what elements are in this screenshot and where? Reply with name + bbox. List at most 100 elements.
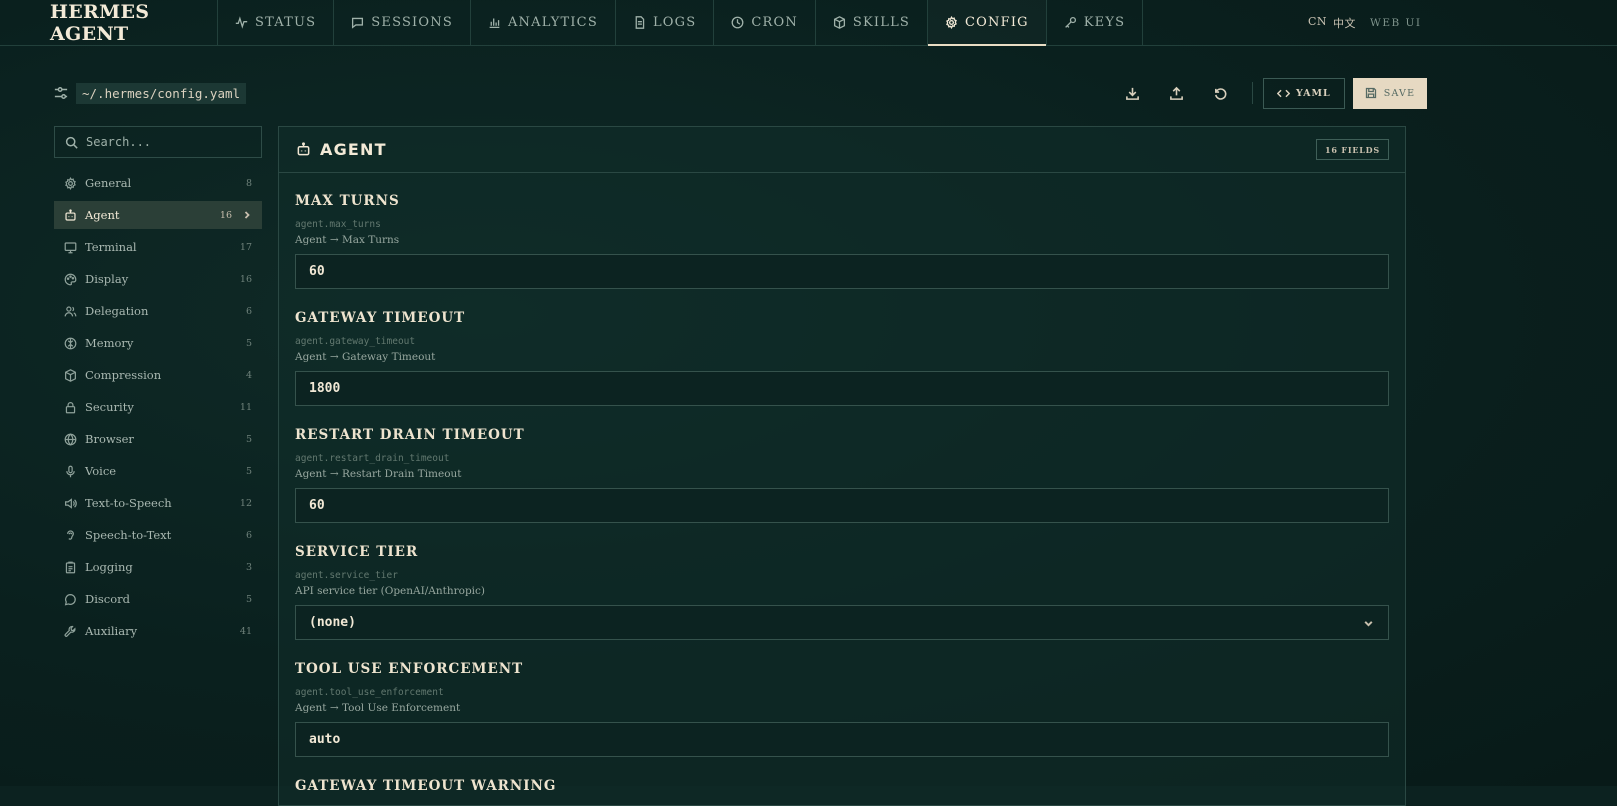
save-button[interactable]: SAVE: [1352, 77, 1428, 109]
tool-use-enforcement-input[interactable]: auto: [295, 722, 1389, 757]
field-label: MAX TURNS: [295, 193, 400, 209]
microphone-icon: [66, 465, 75, 477]
reset-icon: [1214, 87, 1226, 100]
sidebar-item-logging[interactable]: Logging 3: [54, 553, 262, 581]
config-sections: General 8 Agent 16 Terminal 17 Display 1…: [54, 169, 262, 649]
field-value: 60: [309, 498, 325, 513]
sidebar-item-count: 6: [245, 305, 252, 317]
upload-button[interactable]: [1154, 78, 1198, 108]
webui-label: WEB UI: [1370, 17, 1422, 29]
fields-count-badge: 16 FIELDS: [1316, 139, 1389, 160]
tab-keys[interactable]: KEYS: [1047, 0, 1144, 45]
download-icon: [1125, 87, 1139, 100]
brain-icon: [64, 337, 77, 349]
language-toggle[interactable]: CN 中文: [1308, 15, 1356, 31]
sidebar-item-count: 16: [239, 273, 252, 285]
sidebar-item-general[interactable]: General 8: [54, 169, 262, 197]
clock-icon: [731, 16, 744, 29]
sidebar-item-delegation[interactable]: Delegation 6: [54, 297, 262, 325]
field-description: API service tier (OpenAI/Anthropic): [295, 585, 486, 597]
field-description: Agent → Restart Drain Timeout: [295, 468, 462, 480]
sidebar-item-count: 17: [239, 241, 252, 253]
field-key: agent.restart_drain_timeout: [295, 453, 450, 464]
bot-icon: [65, 208, 76, 221]
sidebar-item-speech-to-text[interactable]: Speech-to-Text 6: [54, 521, 262, 549]
sidebar-item-label: Security: [85, 400, 134, 414]
tab-label: SESSIONS: [371, 15, 453, 30]
field-key: agent.gateway_timeout: [295, 336, 416, 347]
tab-status[interactable]: STATUS: [218, 0, 335, 45]
sidebar-item-label: Agent: [85, 208, 120, 222]
sidebar-item-voice[interactable]: Voice 5: [54, 457, 262, 485]
sidebar-item-terminal[interactable]: Terminal 17: [54, 233, 262, 261]
sidebar-item-label: Discord: [85, 592, 131, 606]
sidebar-item-count: 4: [245, 369, 252, 381]
bar-chart-icon: [489, 18, 500, 29]
top-nav: HERMES AGENT STATUS SESSIONS ANALYTICS L…: [0, 0, 1617, 46]
language-code: CN: [1308, 15, 1328, 28]
tab-label: CRON: [751, 15, 798, 30]
brand-logo[interactable]: HERMES AGENT: [0, 0, 218, 45]
key-icon: [1064, 16, 1076, 28]
sidebar-item-label: Browser: [85, 432, 134, 446]
tab-cron[interactable]: CRON: [714, 0, 816, 45]
restart-drain-timeout-input[interactable]: 60: [295, 488, 1389, 523]
sidebar-item-label: Logging: [85, 560, 133, 574]
sidebar-item-discord[interactable]: Discord 5: [54, 585, 262, 613]
sidebar-item-text-to-speech[interactable]: Text-to-Speech 12: [54, 489, 262, 517]
bot-icon: [297, 142, 310, 156]
field-label: GATEWAY TIMEOUT WARNING: [295, 778, 557, 794]
field-description: Agent → Max Turns: [295, 234, 400, 246]
yaml-button[interactable]: YAML: [1263, 77, 1345, 109]
search-input[interactable]: [86, 135, 246, 149]
sidebar-item-count: 11: [239, 401, 252, 413]
field-description: Agent → Tool Use Enforcement: [295, 702, 461, 714]
tab-config[interactable]: CONFIG: [928, 0, 1047, 46]
tab-analytics[interactable]: ANALYTICS: [471, 0, 616, 45]
users-icon: [64, 305, 77, 316]
tab-logs[interactable]: LOGS: [616, 0, 715, 45]
sidebar-item-label: Compression: [85, 368, 162, 382]
tab-skills[interactable]: SKILLS: [816, 0, 929, 45]
sidebar-item-auxiliary[interactable]: Auxiliary 41: [54, 617, 262, 645]
sidebar-item-display[interactable]: Display 16: [54, 265, 262, 293]
reset-button[interactable]: [1198, 78, 1242, 108]
sidebar-item-security[interactable]: Security 11: [54, 393, 262, 421]
sidebar-item-label: Speech-to-Text: [85, 528, 172, 542]
max-turns-input[interactable]: 60: [295, 254, 1389, 289]
sidebar-item-memory[interactable]: Memory 5: [54, 329, 262, 357]
sidebar-item-compression[interactable]: Compression 4: [54, 361, 262, 389]
save-icon: [1365, 87, 1376, 99]
activity-icon: [235, 16, 248, 29]
field-restart-drain-timeout: RESTART DRAIN TIMEOUT agent.restart_drai…: [295, 427, 1389, 523]
field-tool-use-enforcement: TOOL USE ENFORCEMENT agent.tool_use_enfo…: [295, 661, 1389, 757]
package-icon: [833, 16, 845, 29]
palette-icon: [64, 273, 77, 285]
field-key: agent.tool_use_enforcement: [295, 687, 444, 698]
service-tier-select[interactable]: (none): [295, 605, 1389, 640]
config-panel: AGENT 16 FIELDS MAX TURNS agent.max_turn…: [278, 126, 1406, 806]
field-value: (none): [309, 615, 356, 630]
tab-sessions[interactable]: SESSIONS: [334, 0, 471, 45]
sidebar-item-agent[interactable]: Agent 16: [54, 201, 262, 229]
sidebar-item-count: 5: [245, 465, 252, 477]
sidebar-item-label: Text-to-Speech: [85, 496, 172, 510]
sidebar-item-count: 12: [239, 497, 252, 509]
gateway-timeout-input[interactable]: 1800: [295, 371, 1389, 406]
speaker-icon: [65, 497, 77, 509]
toolbar-divider: [1252, 82, 1253, 104]
file-icon: [635, 16, 645, 29]
field-gateway-timeout: GATEWAY TIMEOUT agent.gateway_timeout Ag…: [295, 310, 1389, 406]
sidebar-item-browser[interactable]: Browser 5: [54, 425, 262, 453]
gear-icon: [946, 16, 957, 29]
chat-icon: [352, 17, 364, 29]
yaml-label: YAML: [1296, 87, 1331, 99]
sidebar-item-count: 41: [239, 625, 252, 637]
sidebar-item-label: General: [85, 176, 132, 190]
clipboard-icon: [65, 561, 76, 573]
download-button[interactable]: [1110, 78, 1154, 108]
panel-header: AGENT 16 FIELDS: [279, 127, 1405, 173]
chat-bubble-icon: [64, 593, 76, 605]
save-label: SAVE: [1383, 87, 1416, 99]
sliders-icon: [54, 87, 68, 99]
